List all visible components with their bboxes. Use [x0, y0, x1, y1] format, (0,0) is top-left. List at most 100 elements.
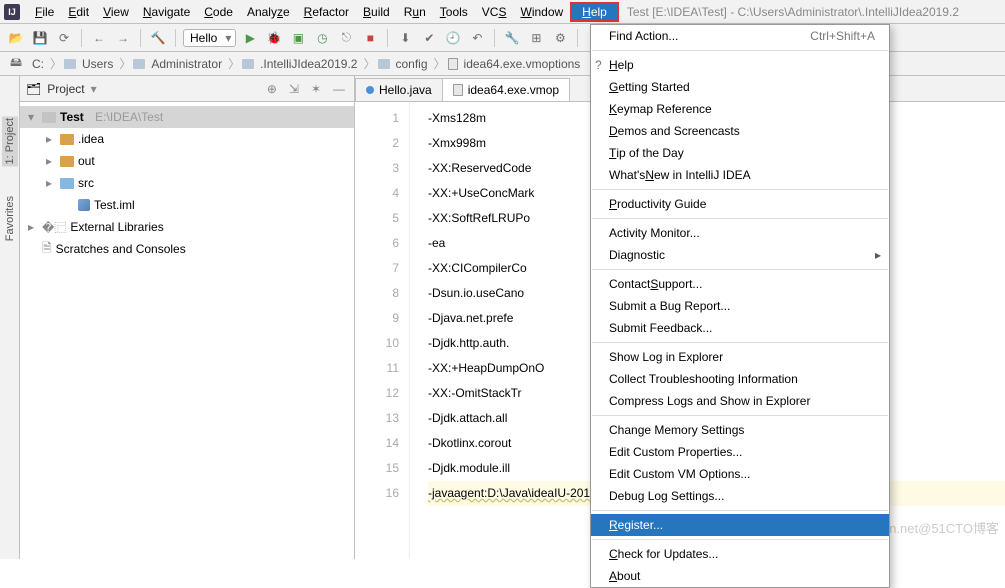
- help-demos[interactable]: Demos and Screencasts: [591, 120, 889, 142]
- run-config-combo[interactable]: Hello: [183, 29, 236, 47]
- library-icon: �⿸: [42, 219, 66, 236]
- history-icon[interactable]: 🕘: [443, 28, 463, 48]
- folder-icon: [60, 134, 74, 145]
- menu-tools[interactable]: Tools: [433, 2, 475, 22]
- help-about[interactable]: About: [591, 565, 889, 587]
- revert-icon[interactable]: ↶: [467, 28, 487, 48]
- forward-icon[interactable]: →: [113, 28, 133, 48]
- tree-root[interactable]: ▾ Test E:\IDEA\Test: [20, 106, 354, 128]
- tab-hello[interactable]: Hello.java: [355, 78, 443, 101]
- structure-icon[interactable]: ⊞: [526, 28, 546, 48]
- project-tool-icon: 🗂: [26, 82, 41, 96]
- tree-out[interactable]: ▸out: [20, 150, 354, 172]
- open-icon[interactable]: 📂: [6, 28, 26, 48]
- crumb-admin[interactable]: Administrator: [147, 57, 226, 71]
- back-icon[interactable]: ←: [89, 28, 109, 48]
- menu-window[interactable]: Window: [513, 2, 570, 22]
- help-find-action[interactable]: Find Action...Ctrl+Shift+A: [591, 25, 889, 47]
- source-folder-icon: [60, 178, 74, 189]
- tree-src[interactable]: ▸src: [20, 172, 354, 194]
- intellij-logo: IJ: [4, 4, 20, 20]
- tree-iml[interactable]: Test.iml: [20, 194, 354, 216]
- help-props[interactable]: Edit Custom Properties...: [591, 441, 889, 463]
- help-collect[interactable]: Collect Troubleshooting Information: [591, 368, 889, 390]
- crumb-config[interactable]: config: [392, 57, 432, 71]
- crumb-file[interactable]: idea64.exe.vmoptions: [460, 57, 585, 71]
- help-getting-started[interactable]: Getting Started: [591, 76, 889, 98]
- help-diagnostic[interactable]: Diagnostic▸: [591, 244, 889, 266]
- help-productivity[interactable]: Productivity Guide: [591, 193, 889, 215]
- help-help[interactable]: ?Help: [591, 54, 889, 76]
- wrench-icon[interactable]: 🔧: [502, 28, 522, 48]
- window-title: Test [E:\IDEA\Test] - C:\Users\Administr…: [627, 5, 959, 19]
- build-icon[interactable]: 🔨: [148, 28, 168, 48]
- sidebar-tab-project[interactable]: 1: Project: [2, 116, 18, 166]
- scratches-icon: 🗎: [42, 239, 52, 260]
- attach-icon[interactable]: ⎋: [336, 28, 356, 48]
- menu-analyze[interactable]: Analyze: [240, 2, 297, 22]
- save-icon[interactable]: 💾: [30, 28, 50, 48]
- help-debuglog[interactable]: Debug Log Settings...: [591, 485, 889, 507]
- sdk-icon[interactable]: ⚙: [550, 28, 570, 48]
- menu-edit[interactable]: Edit: [61, 2, 96, 22]
- help-memory[interactable]: Change Memory Settings: [591, 419, 889, 441]
- folder-icon: [378, 59, 390, 69]
- update-icon[interactable]: ⬇: [395, 28, 415, 48]
- menu-code[interactable]: Code: [197, 2, 240, 22]
- question-icon: ?: [595, 58, 602, 72]
- folder-icon: [133, 59, 145, 69]
- coverage-icon[interactable]: ▣: [288, 28, 308, 48]
- folder-icon: [60, 156, 74, 167]
- help-tip[interactable]: Tip of the Day: [591, 142, 889, 164]
- profile-icon[interactable]: ◷: [312, 28, 332, 48]
- menu-help[interactable]: Help: [570, 2, 619, 22]
- commit-icon[interactable]: ✔: [419, 28, 439, 48]
- folder-icon: [242, 59, 254, 69]
- menu-navigate[interactable]: Navigate: [136, 2, 197, 22]
- menu-file[interactable]: File: [28, 2, 61, 22]
- help-keymap[interactable]: Keymap Reference: [591, 98, 889, 120]
- module-icon: [42, 112, 56, 123]
- help-activity[interactable]: Activity Monitor...: [591, 222, 889, 244]
- crumb-idea[interactable]: .IntelliJIdea2019.2: [256, 57, 361, 71]
- tree-libs[interactable]: ▸�⿸External Libraries: [20, 216, 354, 238]
- collapse-all-icon[interactable]: ✶: [308, 82, 324, 96]
- left-toolstrip: 1: Project Favorites: [0, 76, 20, 559]
- crumb-users[interactable]: Users: [78, 57, 117, 71]
- select-opened-icon[interactable]: ⊕: [264, 82, 280, 96]
- iml-icon: [78, 199, 90, 211]
- help-compress[interactable]: Compress Logs and Show in Explorer: [591, 390, 889, 412]
- panel-title: Project: [47, 82, 84, 96]
- settings-icon[interactable]: —: [330, 82, 348, 96]
- file-icon: [448, 58, 458, 70]
- menu-vcs[interactable]: VCS: [475, 2, 514, 22]
- debug-icon[interactable]: 🐞: [264, 28, 284, 48]
- sync-icon[interactable]: ⟳: [54, 28, 74, 48]
- tab-vmoptions[interactable]: idea64.exe.vmop: [442, 78, 570, 101]
- menu-run[interactable]: Run: [397, 2, 433, 22]
- project-panel: 🗂 Project ▾ ⊕ ⇲ ✶ — ▾ Test E:\IDEA\Test …: [20, 76, 355, 559]
- crumb-drive[interactable]: C:: [28, 57, 48, 71]
- run-icon[interactable]: ▶: [240, 28, 260, 48]
- file-icon: [453, 84, 463, 96]
- expand-all-icon[interactable]: ⇲: [286, 82, 302, 96]
- sidebar-tab-favorites[interactable]: Favorites: [4, 196, 16, 241]
- stop-icon[interactable]: ■: [360, 28, 380, 48]
- help-register[interactable]: Register...: [591, 514, 889, 536]
- tree-scratches[interactable]: 🗎Scratches and Consoles: [20, 238, 354, 260]
- drive-icon: 🖴: [6, 54, 26, 74]
- menu-build[interactable]: Build: [356, 2, 397, 22]
- tree-idea[interactable]: ▸.idea: [20, 128, 354, 150]
- help-bug[interactable]: Submit a Bug Report...: [591, 295, 889, 317]
- chevron-right-icon: ▸: [875, 248, 881, 262]
- help-feedback[interactable]: Submit Feedback...: [591, 317, 889, 339]
- help-showlog[interactable]: Show Log in Explorer: [591, 346, 889, 368]
- help-whatsnew[interactable]: What's New in IntelliJ IDEA: [591, 164, 889, 186]
- menu-refactor[interactable]: Refactor: [297, 2, 356, 22]
- menu-view[interactable]: View: [96, 2, 136, 22]
- help-vmopts[interactable]: Edit Custom VM Options...: [591, 463, 889, 485]
- help-updates[interactable]: Check for Updates...: [591, 543, 889, 565]
- help-contact[interactable]: Contact Support...: [591, 273, 889, 295]
- folder-icon: [64, 59, 76, 69]
- menubar: IJ File Edit View Navigate Code Analyze …: [0, 0, 1005, 24]
